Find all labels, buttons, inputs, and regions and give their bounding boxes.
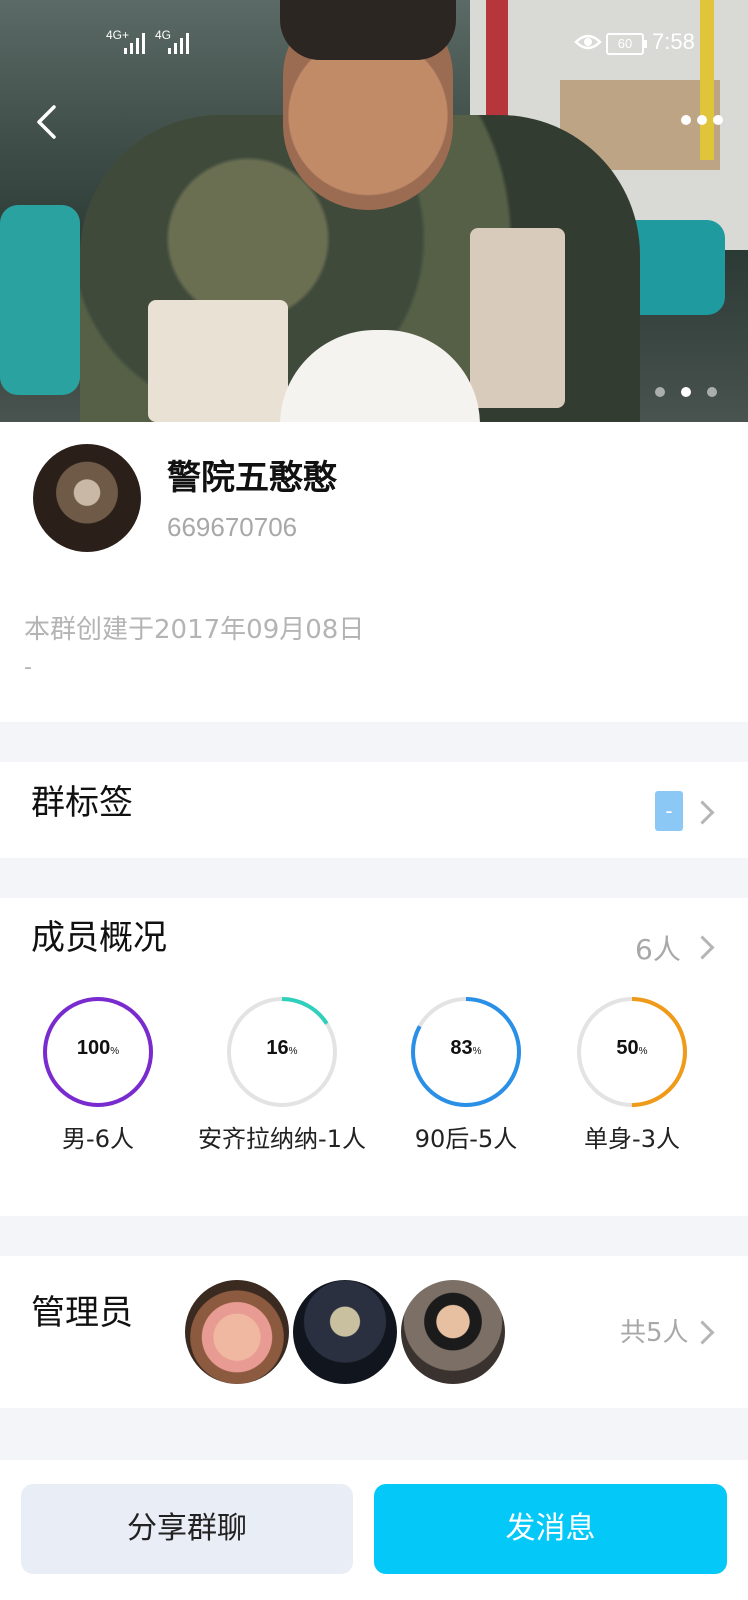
- carousel-indicator[interactable]: [655, 382, 733, 397]
- eye-icon: [574, 34, 602, 50]
- send-message-button[interactable]: 发消息: [374, 1484, 727, 1574]
- admin-avatar[interactable]: [293, 1280, 397, 1384]
- signal-icon: [124, 32, 150, 54]
- admin-avatar[interactable]: [185, 1280, 289, 1384]
- group-avatar[interactable]: [33, 444, 141, 552]
- battery-icon: 60: [606, 33, 647, 55]
- ring-percent: 100%: [76, 1037, 120, 1059]
- carousel-dot[interactable]: [655, 387, 665, 397]
- ring-percent: 50%: [616, 1037, 648, 1059]
- signal-icon: [168, 32, 194, 54]
- group-name: 警院五憨憨: [167, 458, 337, 498]
- carousel-dot[interactable]: [707, 387, 717, 397]
- ring-percent: 83%: [450, 1037, 482, 1059]
- member-stat-ring: 50%: [574, 994, 690, 1110]
- more-dots-icon[interactable]: [680, 113, 724, 127]
- photo-background: [0, 205, 80, 395]
- member-overview-title: 成员概况: [31, 918, 167, 958]
- admins-title: 管理员: [31, 1293, 133, 1333]
- group-id: 669670706: [167, 512, 298, 542]
- clock: 7:58: [652, 29, 695, 54]
- member-count: 6人: [635, 933, 681, 966]
- member-stat-ring: 16%: [224, 994, 340, 1110]
- group-tag-chip: -: [655, 791, 683, 831]
- photo-background: [700, 0, 714, 160]
- group-cover-photo[interactable]: [0, 0, 748, 422]
- group-created-date: 本群创建于2017年09月08日: [24, 615, 365, 645]
- photo-cup: [470, 228, 565, 408]
- group-intro: -: [24, 655, 32, 680]
- admin-count: 共5人: [620, 1318, 689, 1348]
- photo-person: [280, 0, 456, 60]
- carousel-dot[interactable]: [681, 387, 691, 397]
- group-tags-title: 群标签: [31, 783, 133, 823]
- member-stat-ring: 100%: [40, 994, 156, 1110]
- share-group-button[interactable]: 分享群聊: [21, 1484, 353, 1574]
- admin-avatar[interactable]: [401, 1280, 505, 1384]
- chevron-left-icon[interactable]: [34, 104, 58, 140]
- member-stat-ring: 83%: [408, 994, 524, 1110]
- ring-percent: 16%: [266, 1037, 298, 1059]
- photo-cup: [148, 300, 288, 422]
- member-stat-label: 单身-3人: [584, 1125, 680, 1153]
